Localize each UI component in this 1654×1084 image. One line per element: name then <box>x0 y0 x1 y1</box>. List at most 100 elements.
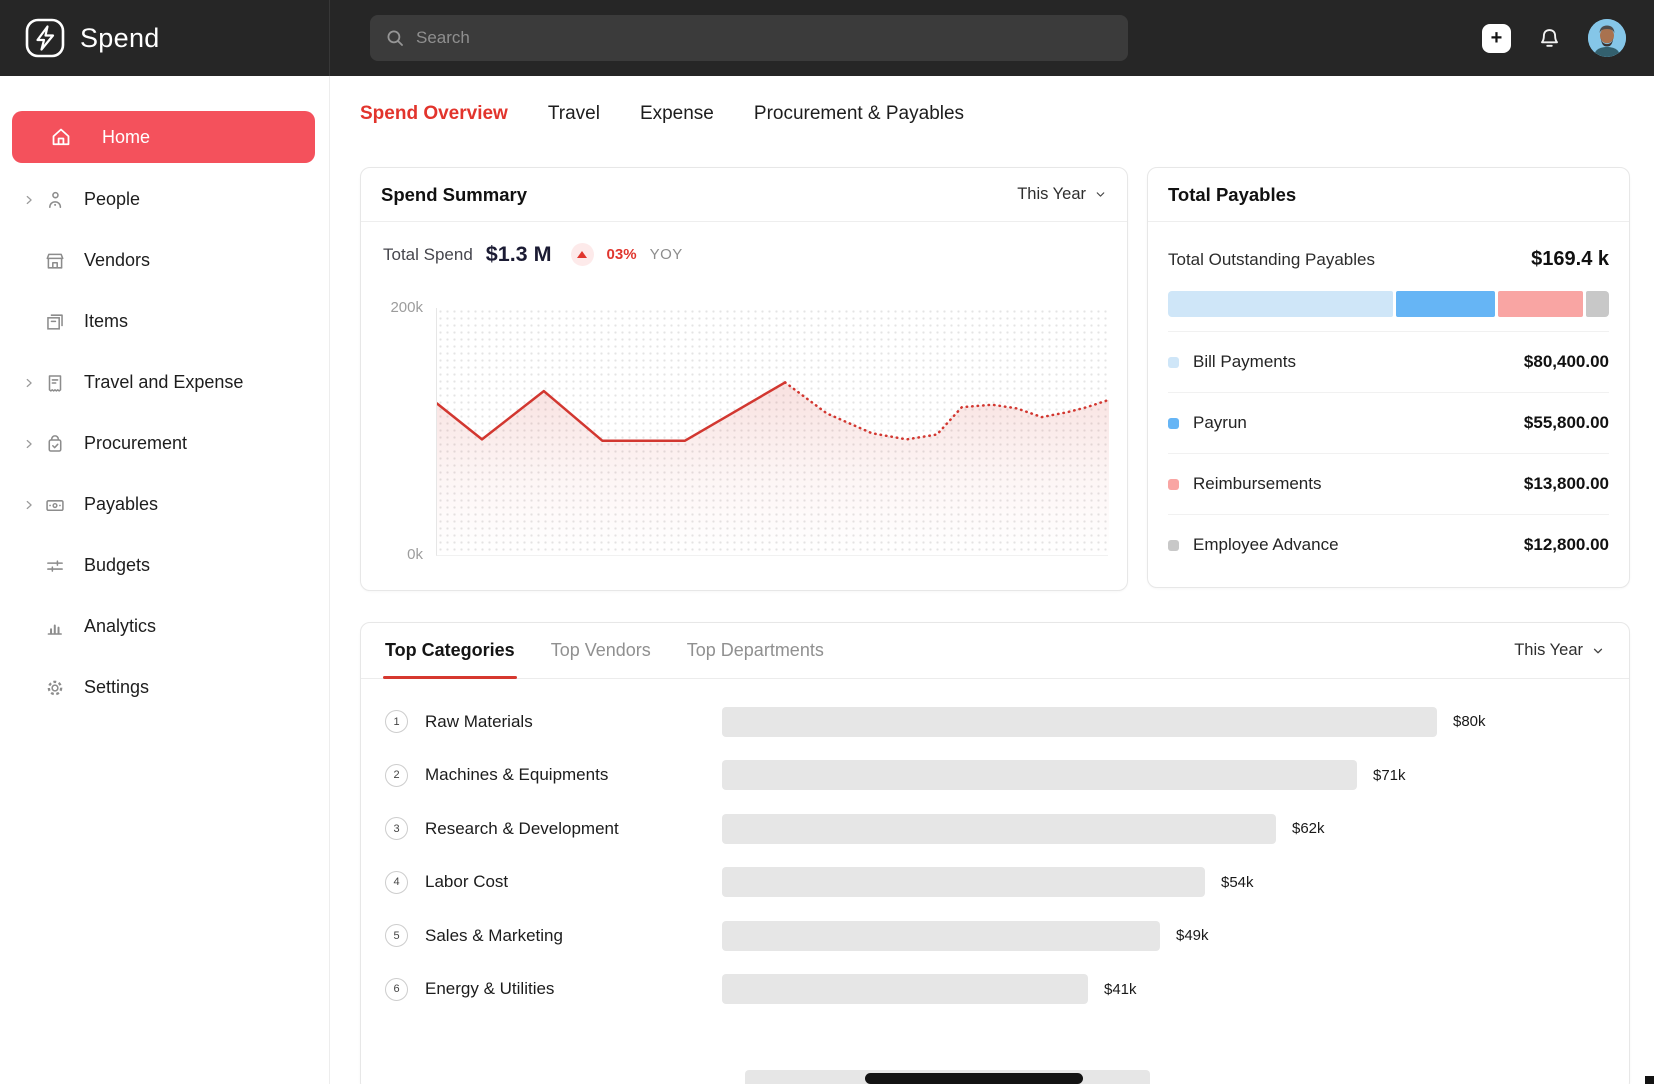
list-item: Reimbursements $13,800.00 <box>1168 453 1609 514</box>
horizontal-scrollbar-thumb[interactable] <box>865 1073 1083 1084</box>
scrollbar-corner <box>1645 1076 1654 1084</box>
sliders-icon <box>38 555 72 577</box>
chart-area-fill <box>437 382 1109 556</box>
tab-expense[interactable]: Expense <box>640 103 714 125</box>
y-axis-tick-min: 0k <box>363 546 423 563</box>
chevron-right-icon <box>20 437 38 451</box>
category-label: Research & Development <box>425 819 619 839</box>
box-icon <box>38 311 72 333</box>
home-icon <box>50 126 72 148</box>
sidebar-item-analytics[interactable]: Analytics <box>0 596 329 657</box>
notifications-button[interactable] <box>1537 26 1562 51</box>
breakdown-label: Reimbursements <box>1193 474 1322 494</box>
sidebar-item-items[interactable]: Items <box>0 291 329 352</box>
total-spend-value: $1.3 M <box>486 242 552 267</box>
segment-payrun <box>1396 291 1496 317</box>
list-item: Bill Payments $80,400.00 <box>1168 331 1609 392</box>
sidebar-item-budgets[interactable]: Budgets <box>0 535 329 596</box>
tab-procurement-payables[interactable]: Procurement & Payables <box>754 103 964 125</box>
list-item: 3 Research & Development <box>361 802 722 856</box>
bar-value: $49k <box>1176 927 1209 944</box>
legend-swatch <box>1168 418 1179 429</box>
y-axis-tick-max: 200k <box>363 299 423 316</box>
page-tabs: Spend Overview Travel Expense Procuremen… <box>360 103 964 125</box>
top-insights-card: Top Categories Top Vendors Top Departmen… <box>360 622 1630 1084</box>
bar-value: $71k <box>1373 767 1406 784</box>
list-item: 1 Raw Materials <box>361 695 722 749</box>
app-name: Spend <box>80 23 160 54</box>
chevron-placeholder <box>20 315 38 329</box>
tab-top-categories[interactable]: Top Categories <box>385 623 515 678</box>
chevron-placeholder <box>20 254 38 268</box>
category-bar <box>722 707 1437 737</box>
bell-icon <box>1537 26 1562 51</box>
legend-swatch <box>1168 357 1179 368</box>
rank-badge: 2 <box>385 764 408 787</box>
spend-summary-header: Spend Summary This Year <box>361 168 1127 222</box>
spend-line-chart <box>436 308 1108 556</box>
outstanding-payables-row: Total Outstanding Payables $169.4 k <box>1168 248 1609 271</box>
yoy-label: YOY <box>650 246 683 263</box>
chevron-down-icon <box>1094 188 1107 201</box>
legend-swatch <box>1168 479 1179 490</box>
sidebar-item-people[interactable]: People <box>0 169 329 230</box>
period-dropdown[interactable]: This Year <box>1514 641 1605 660</box>
top-insights-header: Top Categories Top Vendors Top Departmen… <box>361 623 1629 679</box>
search-input[interactable] <box>370 15 1128 61</box>
sidebar-item-label: People <box>84 189 140 210</box>
bar-row: $41k <box>722 963 1629 1017</box>
category-bar <box>722 921 1160 951</box>
sidebar-item-travel-and-expense[interactable]: Travel and Expense <box>0 352 329 413</box>
chevron-placeholder <box>20 620 38 634</box>
breakdown-amount: $80,400.00 <box>1524 352 1609 372</box>
period-dropdown[interactable]: This Year <box>1017 185 1107 204</box>
plus-icon: + <box>1491 27 1503 50</box>
topbar: Spend + <box>0 0 1654 76</box>
user-avatar[interactable] <box>1588 19 1626 57</box>
category-label: Machines & Equipments <box>425 765 608 785</box>
card-title: Spend Summary <box>381 184 527 206</box>
bag-check-icon <box>38 433 72 455</box>
bar-value: $41k <box>1104 981 1137 998</box>
list-item: 2 Machines & Equipments <box>361 749 722 803</box>
card-title: Total Payables <box>1168 184 1296 206</box>
category-list: 1 Raw Materials 2 Machines & Equipments … <box>361 695 722 1016</box>
topbar-actions: + <box>1482 19 1654 57</box>
bar-value: $62k <box>1292 820 1325 837</box>
total-payables-card: Total Payables Total Outstanding Payable… <box>1147 167 1630 588</box>
bar-chart-icon <box>38 616 72 638</box>
payables-stacked-bar <box>1168 291 1609 317</box>
list-item: 5 Sales & Marketing <box>361 909 722 963</box>
spend-dashboard: Spend + <box>0 0 1654 1084</box>
person-icon <box>38 189 72 211</box>
tab-spend-overview[interactable]: Spend Overview <box>360 103 508 125</box>
tab-travel[interactable]: Travel <box>548 103 600 125</box>
bar-row: $80k <box>722 695 1629 749</box>
sidebar-item-label: Travel and Expense <box>84 372 243 393</box>
tab-top-vendors[interactable]: Top Vendors <box>551 623 651 678</box>
chevron-placeholder <box>20 559 38 573</box>
breakdown-label: Bill Payments <box>1193 352 1296 372</box>
storefront-icon <box>38 250 72 272</box>
tab-top-departments[interactable]: Top Departments <box>687 623 824 678</box>
sidebar-item-home[interactable]: Home <box>12 111 315 163</box>
yoy-change: 03% <box>607 246 637 263</box>
sidebar-item-payables[interactable]: Payables <box>0 474 329 535</box>
total-spend-label: Total Spend <box>383 245 473 265</box>
sidebar-item-settings[interactable]: Settings <box>0 657 329 718</box>
sidebar-item-label: Procurement <box>84 433 187 454</box>
segment-bill-payments <box>1168 291 1393 317</box>
spend-summary-card: Spend Summary This Year Total Spend $1.3… <box>360 167 1128 591</box>
list-item: 6 Energy & Utilities <box>361 963 722 1017</box>
app-brand[interactable]: Spend <box>0 0 330 76</box>
category-label: Labor Cost <box>425 872 508 892</box>
add-button[interactable]: + <box>1482 24 1511 53</box>
sidebar-item-procurement[interactable]: Procurement <box>0 413 329 474</box>
total-payables-header: Total Payables <box>1148 168 1629 222</box>
rank-badge: 1 <box>385 710 408 733</box>
search-icon <box>384 27 406 49</box>
outstanding-label: Total Outstanding Payables <box>1168 250 1375 270</box>
chevron-right-icon <box>20 193 38 207</box>
chevron-down-icon <box>1591 644 1605 658</box>
sidebar-item-vendors[interactable]: Vendors <box>0 230 329 291</box>
